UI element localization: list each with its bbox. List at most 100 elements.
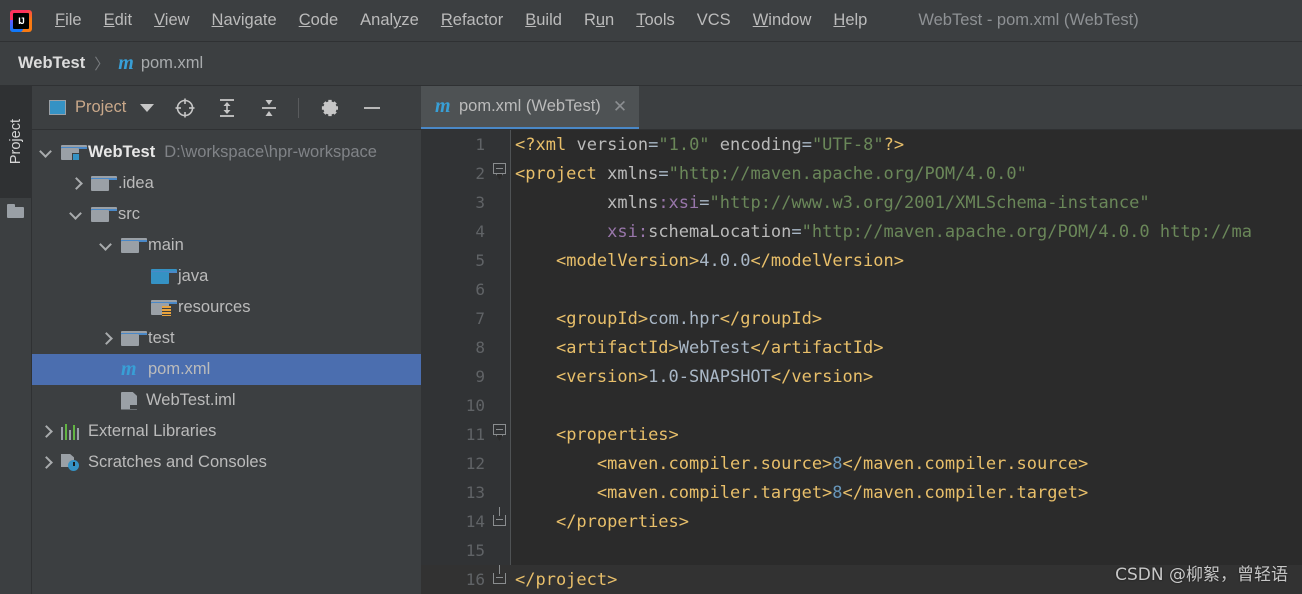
toolbar-divider <box>298 97 300 118</box>
menu-item-build[interactable]: Build <box>514 7 573 34</box>
editor-tab-label: pom.xml (WebTest) <box>459 97 601 115</box>
menu-item-refactor[interactable]: Refactor <box>430 7 514 34</box>
code-text: <project xmlns="http://maven.apache.org/… <box>515 163 1027 184</box>
code-lines: 1 <?xml version="1.0" encoding="UTF-8"?> 2… <box>421 130 1302 594</box>
breadcrumb-separator-icon: 〉 <box>94 56 110 73</box>
fold-column <box>489 275 511 304</box>
tree-arrow-placeholder <box>100 395 112 407</box>
line-number: 4 <box>475 222 485 241</box>
tree-arrow-placeholder <box>100 364 112 376</box>
menu-item-tools[interactable]: Tools <box>625 7 686 34</box>
menu-item-help[interactable]: Help <box>822 7 878 34</box>
fold-column <box>489 304 511 333</box>
close-icon[interactable]: ✕ <box>613 98 627 115</box>
line-number: 1 <box>475 135 485 154</box>
code-line[interactable]: 2 <project xmlns="http://maven.apache.org… <box>421 159 1302 188</box>
code-line[interactable]: 14 </properties> <box>421 507 1302 536</box>
chevron-right-icon[interactable] <box>70 178 82 190</box>
code-line[interactable]: 13 <maven.compiler.target>8</maven.compi… <box>421 478 1302 507</box>
scroll-from-source-icon[interactable] <box>174 97 196 119</box>
tree-item-test[interactable]: test <box>32 323 421 354</box>
libraries-icon <box>61 423 80 440</box>
fold-column <box>489 478 511 507</box>
line-number: 12 <box>465 454 485 473</box>
minimize-icon[interactable] <box>361 97 383 119</box>
fold-column <box>489 217 511 246</box>
fold-collapse-icon[interactable] <box>493 424 506 441</box>
tree-item-src[interactable]: src <box>32 199 421 230</box>
code-line[interactable]: 6 <box>421 275 1302 304</box>
line-number: 11 <box>465 425 485 444</box>
code-line[interactable]: 8 <artifactId>WebTest</artifactId> <box>421 333 1302 362</box>
fold-collapse-icon[interactable] <box>493 163 506 180</box>
editor-area: m pom.xml (WebTest) ✕ 1 <?xml version="1.… <box>421 86 1302 594</box>
code-text: xmlns:xsi="http://www.w3.org/2001/XMLSch… <box>607 192 1150 213</box>
tree-item-label: src <box>118 205 140 223</box>
line-number: 2 <box>475 164 485 183</box>
chevron-down-icon[interactable] <box>70 209 82 221</box>
menu-item-view[interactable]: View <box>143 7 200 34</box>
project-view-icon <box>49 100 66 115</box>
code-line[interactable]: 10 <box>421 391 1302 420</box>
chevron-right-icon[interactable] <box>40 426 52 438</box>
code-text: <maven.compiler.target>8</maven.compiler… <box>596 482 1089 503</box>
menu-item-navigate[interactable]: Navigate <box>201 7 288 34</box>
fold-end-icon[interactable] <box>493 573 506 584</box>
chevron-right-icon[interactable] <box>100 333 112 345</box>
code-viewport[interactable]: 1 <?xml version="1.0" encoding="UTF-8"?> 2… <box>421 130 1302 594</box>
breadcrumb-project[interactable]: WebTest <box>18 54 85 73</box>
fold-end-icon[interactable] <box>493 515 506 526</box>
code-line[interactable]: 3 xmlns:xsi="http://www.w3.org/2001/XMLS… <box>421 188 1302 217</box>
menu-item-file[interactable]: File <box>44 7 93 34</box>
code-line[interactable]: 7 <groupId>com.hpr</groupId> <box>421 304 1302 333</box>
chevron-down-icon[interactable] <box>140 103 155 112</box>
tree-item-java[interactable]: java <box>32 261 421 292</box>
code-line[interactable]: 4 xsi:schemaLocation="http://maven.apach… <box>421 217 1302 246</box>
tree-item-label: WebTest.iml <box>146 391 236 409</box>
tree-item-webtest[interactable]: WebTest D:\workspace\hpr-workspace <box>32 137 421 168</box>
breadcrumb-file[interactable]: pom.xml <box>141 54 203 73</box>
tree-item--idea[interactable]: .idea <box>32 168 421 199</box>
folder-icon[interactable] <box>7 204 24 218</box>
code-line[interactable]: 5 <modelVersion>4.0.0</modelVersion> <box>421 246 1302 275</box>
line-number: 10 <box>465 396 485 415</box>
tree-item-scratches-and-consoles[interactable]: Scratches and Consoles <box>32 447 421 478</box>
chevron-right-icon[interactable] <box>40 457 52 469</box>
menu-item-vcs[interactable]: VCS <box>686 7 742 34</box>
project-tool-window: Project WebTest D:\workspace\hpr-workspa… <box>32 86 421 594</box>
menu-item-code[interactable]: Code <box>288 7 349 34</box>
tree-item-label: test <box>148 329 175 347</box>
fold-column <box>489 333 511 362</box>
tree-item-main[interactable]: main <box>32 230 421 261</box>
menu-item-analyze[interactable]: Analyze <box>349 7 430 34</box>
tool-window-tab-project[interactable]: Project <box>0 86 31 198</box>
fold-column <box>489 565 511 594</box>
tree-item-label: WebTest <box>88 143 156 161</box>
code-line[interactable]: 12 <maven.compiler.source>8</maven.compi… <box>421 449 1302 478</box>
menu-item-window[interactable]: Window <box>742 7 823 34</box>
code-line[interactable]: 9 <version>1.0-SNAPSHOT</version> <box>421 362 1302 391</box>
tree-item-resources[interactable]: resources <box>32 292 421 323</box>
tree-item-webtest-iml[interactable]: WebTest.iml <box>32 385 421 416</box>
line-number: 8 <box>475 338 485 357</box>
fold-column <box>489 391 511 420</box>
source-folder-icon <box>151 269 177 284</box>
tool-window-tab-project-label: Project <box>7 119 24 165</box>
collapse-all-icon[interactable] <box>258 97 280 119</box>
intellij-idea-logo-icon: IJ <box>8 8 34 34</box>
code-line[interactable]: 11 <properties> <box>421 420 1302 449</box>
code-text: <?xml version="1.0" encoding="UTF-8"?> <box>515 134 905 155</box>
code-text: <groupId>com.hpr</groupId> <box>555 308 823 329</box>
tree-item-external-libraries[interactable]: External Libraries <box>32 416 421 447</box>
editor-tab-pom-xml[interactable]: m pom.xml (WebTest) ✕ <box>421 86 640 129</box>
tree-item-pom-xml[interactable]: m pom.xml <box>32 354 421 385</box>
menu-item-run[interactable]: Run <box>573 7 625 34</box>
expand-all-icon[interactable] <box>216 97 238 119</box>
gear-icon[interactable] <box>319 97 341 119</box>
chevron-down-icon[interactable] <box>100 240 112 252</box>
chevron-down-icon[interactable] <box>40 147 52 159</box>
tree-item-label: Scratches and Consoles <box>88 453 267 471</box>
project-view-label[interactable]: Project <box>75 98 126 117</box>
code-line[interactable]: 1 <?xml version="1.0" encoding="UTF-8"?> <box>421 130 1302 159</box>
menu-item-edit[interactable]: Edit <box>93 7 143 34</box>
